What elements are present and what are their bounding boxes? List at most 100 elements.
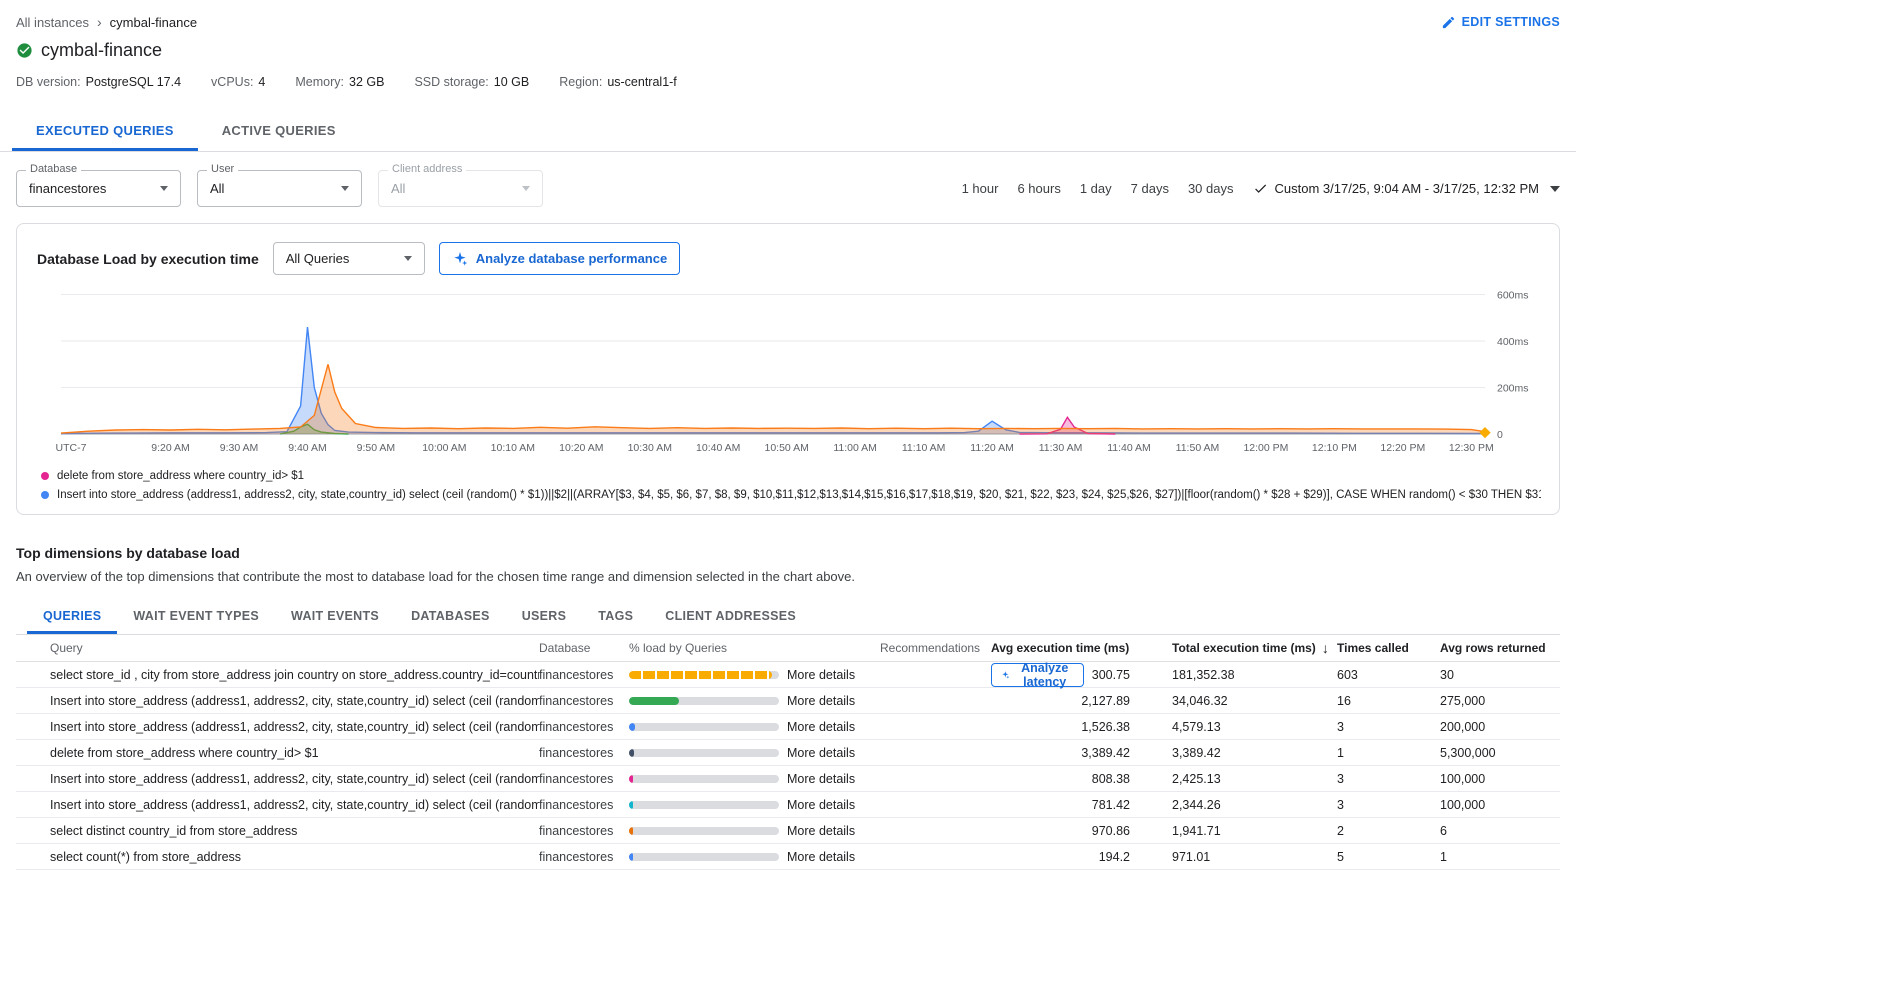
load-bar-fill [629,853,633,861]
instance-status-ok-icon [16,42,33,59]
series-area-orange-series [61,364,1485,434]
tab-active-queries[interactable]: ACTIVE QUERIES [198,111,360,151]
total-exec-cell: 971.01 [1172,850,1337,864]
filter-value: All [210,181,224,196]
load-chart[interactable]: 0200ms400ms600msUTC-79:20 AM9:30 AM9:40 … [37,287,1543,462]
more-details-link[interactable]: More details [787,746,855,760]
filter-row: DatabasefinancestoresUserAllClient addre… [0,152,1576,217]
dim-tab-wait-events[interactable]: WAIT EVENTS [275,598,395,634]
more-details-link[interactable]: More details [787,694,855,708]
dim-tab-wait-event-types[interactable]: WAIT EVENT TYPES [117,598,275,634]
custom-time-range[interactable]: Custom 3/17/25, 9:04 AM - 3/17/25, 12:32… [1253,181,1561,196]
meta-value: PostgreSQL 17.4 [86,75,181,89]
load-bar [629,671,779,679]
chevron-down-icon [1550,186,1560,192]
table-row[interactable]: select distinct country_id from store_ad… [16,818,1560,844]
dim-tab-client-addresses[interactable]: CLIENT ADDRESSES [649,598,812,634]
database-cell: financestores [539,746,629,760]
meta-label: Region: [559,75,602,89]
time-preset-1-day[interactable]: 1 day [1080,181,1112,196]
filter-label: Database [26,163,81,175]
analyze-latency-button[interactable]: Analyze latency [991,663,1084,687]
avg-exec-cell: 808.38 [991,772,1172,786]
load-bar [629,697,779,705]
load-bar-fill [629,723,635,731]
times-called-cell: 3 [1337,798,1440,812]
x-axis-label: 9:40 AM [288,442,327,454]
database-cell: financestores [539,668,629,682]
table-row[interactable]: Insert into store_address (address1, add… [16,766,1560,792]
check-icon [1253,181,1268,196]
table-row[interactable]: select store_id , city from store_addres… [16,662,1560,688]
dim-tab-users[interactable]: USERS [506,598,583,634]
time-preset-30-days[interactable]: 30 days [1188,181,1234,196]
queries-table: QueryDatabase% load by QueriesRecommenda… [16,635,1560,870]
y-axis-label: 400ms [1497,336,1529,348]
query-text: delete from store_address where country_… [50,746,539,760]
custom-time-range-label: Custom 3/17/25, 9:04 AM - 3/17/25, 12:32… [1275,181,1540,196]
table-row[interactable]: Insert into store_address (address1, add… [16,714,1560,740]
legend-item: delete from store_address where country_… [41,466,1541,485]
table-row[interactable]: delete from store_address where country_… [16,740,1560,766]
load-cell: More details [629,746,880,760]
avg-exec-cell: Analyze latency300.75 [991,663,1172,687]
edit-settings-label: EDIT SETTINGS [1462,15,1560,29]
chart-legend: delete from store_address where country_… [37,466,1543,504]
time-preset-1-hour[interactable]: 1 hour [962,181,999,196]
col-avg-rows-returned: Avg rows returned [1440,641,1560,655]
timezone-label: UTC-7 [56,442,87,454]
more-details-link[interactable]: More details [787,720,855,734]
times-called-cell: 603 [1337,668,1440,682]
pencil-icon [1441,15,1456,30]
x-axis-label: 10:00 AM [422,442,466,454]
edit-settings-button[interactable]: EDIT SETTINGS [1441,15,1560,30]
x-axis-label: 11:30 AM [1039,442,1083,454]
load-bar [629,801,779,809]
table-row[interactable]: Insert into store_address (address1, add… [16,688,1560,714]
avg-exec-cell: 194.2 [991,850,1172,864]
more-details-link[interactable]: More details [787,668,855,682]
load-cell: More details [629,668,880,682]
more-details-link[interactable]: More details [787,798,855,812]
sort-descending-icon[interactable]: ↓ [1322,640,1329,656]
meta-ssd-storage: SSD storage:10 GB [414,75,529,89]
avg-exec-cell: 970.86 [991,824,1172,838]
database-cell: financestores [539,850,629,864]
load-bar [629,775,779,783]
time-preset-6-hours[interactable]: 6 hours [1017,181,1060,196]
filter-database[interactable]: Databasefinancestores [16,170,181,207]
filter-user[interactable]: UserAll [197,170,362,207]
total-exec-cell: 1,941.71 [1172,824,1337,838]
dim-tab-databases[interactable]: DATABASES [395,598,506,634]
breadcrumb-all-instances[interactable]: All instances [16,15,89,30]
query-text: Insert into store_address (address1, add… [50,772,539,786]
query-text: Insert into store_address (address1, add… [50,694,539,708]
avg-exec-value: 194.2 [1099,850,1130,864]
series-line-orange-series [61,364,1485,433]
load-bar [629,827,779,835]
x-axis-label: 9:50 AM [357,442,396,454]
time-preset-7-days[interactable]: 7 days [1131,181,1169,196]
more-details-link[interactable]: More details [787,850,855,864]
table-body: select store_id , city from store_addres… [16,662,1560,870]
table-row[interactable]: Insert into store_address (address1, add… [16,792,1560,818]
chevron-down-icon [404,256,412,261]
analyze-database-performance-button[interactable]: Analyze database performance [439,242,680,275]
total-exec-cell: 4,579.13 [1172,720,1337,734]
more-details-link[interactable]: More details [787,824,855,838]
table-row[interactable]: select count(*) from store_addressfinanc… [16,844,1560,870]
time-presets: 1 hour 6 hours 1 day 7 days 30 days [962,181,1234,196]
more-details-link[interactable]: More details [787,772,855,786]
filter-value: All [391,181,405,196]
main-tabs: EXECUTED QUERIESACTIVE QUERIES [0,111,1576,152]
dim-tab-queries[interactable]: QUERIES [27,598,117,634]
top-dimensions-section: Top dimensions by database load An overv… [16,545,1560,870]
tab-executed-queries[interactable]: EXECUTED QUERIES [12,111,198,151]
chart-title: Database Load by execution time [37,251,259,267]
dim-tab-tags[interactable]: TAGS [582,598,649,634]
avg-exec-cell: 1,526.38 [991,720,1172,734]
y-axis-label: 0 [1497,429,1503,441]
load-cell: More details [629,694,880,708]
queries-filter-select[interactable]: All Queries [273,242,425,275]
avg-rows-cell: 1 [1440,850,1560,864]
